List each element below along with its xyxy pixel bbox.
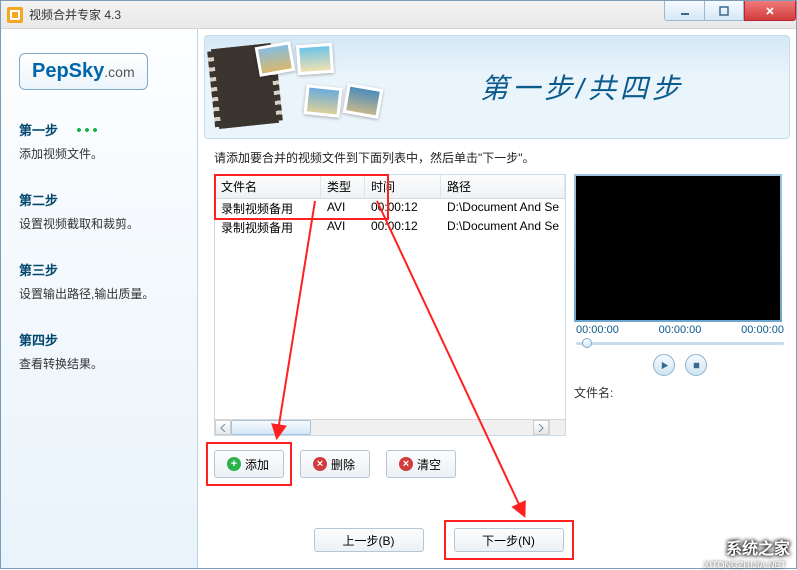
- sidebar: PepSky.com 第一步 添加视频文件。第二步 设置视频截取和裁剪。第三步 …: [1, 29, 198, 568]
- table-row[interactable]: 录制视频备用 AVI 00:00:12 D:\Document And Se: [215, 218, 565, 237]
- col-filename[interactable]: 文件名: [215, 175, 321, 198]
- time-end: 00:00:00: [741, 324, 784, 336]
- step-banner: 第一步/共四步: [204, 35, 790, 139]
- step-3-title: 第三步: [19, 260, 179, 279]
- brand-logo: PepSky.com: [19, 53, 179, 90]
- x-icon: ×: [313, 457, 327, 471]
- col-time[interactable]: 时间: [365, 175, 441, 198]
- prev-button[interactable]: 上一步(B): [314, 528, 424, 552]
- step-4-desc: 查看转换结果。: [19, 355, 179, 372]
- play-button[interactable]: [653, 354, 675, 376]
- step-3-desc: 设置输出路径,输出质量。: [19, 285, 179, 302]
- scrollbar-thumb[interactable]: [231, 420, 311, 435]
- step-1-title: 第一步: [19, 120, 179, 139]
- step-1-desc: 添加视频文件。: [19, 145, 179, 162]
- instruction-text: 请添加要合并的视频文件到下面列表中，然后单击"下一步"。: [214, 149, 780, 166]
- plus-icon: +: [227, 457, 241, 471]
- minimize-button[interactable]: [664, 1, 704, 21]
- preview-panel: 00:00:00 00:00:00 00:00:00 文件名:: [574, 174, 786, 478]
- seek-slider[interactable]: [576, 338, 784, 348]
- delete-button[interactable]: × 删除: [300, 450, 370, 478]
- step-2-title: 第二步: [19, 190, 179, 209]
- banner-title: 第一步/共四步: [375, 67, 789, 107]
- col-type[interactable]: 类型: [321, 175, 365, 198]
- watermark: 系统之家: [696, 534, 790, 560]
- step-2-desc: 设置视频截取和裁剪。: [19, 215, 179, 232]
- clear-button[interactable]: × 清空: [386, 450, 456, 478]
- add-button[interactable]: + 添加: [214, 450, 284, 478]
- window-title: 视频合并专家 4.3: [29, 6, 664, 23]
- banner-art: [215, 42, 375, 132]
- time-current: 00:00:00: [659, 324, 702, 336]
- app-icon: [7, 7, 23, 23]
- step-4-title: 第四步: [19, 330, 179, 349]
- table-header: 文件名 类型 时间 路径: [215, 175, 565, 199]
- col-path[interactable]: 路径: [441, 175, 565, 198]
- table-row[interactable]: 录制视频备用 AVI 00:00:12 D:\Document And Se: [215, 199, 565, 218]
- video-preview: [574, 174, 782, 322]
- preview-filename-label: 文件名:: [574, 384, 786, 401]
- stop-button[interactable]: [685, 354, 707, 376]
- horizontal-scrollbar[interactable]: [215, 419, 549, 435]
- next-button[interactable]: 下一步(N): [454, 528, 564, 552]
- time-start: 00:00:00: [576, 324, 619, 336]
- scroll-right-icon[interactable]: [533, 420, 549, 435]
- scroll-left-icon[interactable]: [215, 420, 231, 435]
- maximize-button[interactable]: [704, 1, 744, 21]
- titlebar: 视频合并专家 4.3: [1, 1, 796, 29]
- x-icon: ×: [399, 457, 413, 471]
- file-table: 文件名 类型 时间 路径 录制视频备用 AVI 00:00:12 D:\Docu…: [214, 174, 566, 436]
- close-button[interactable]: [744, 1, 796, 21]
